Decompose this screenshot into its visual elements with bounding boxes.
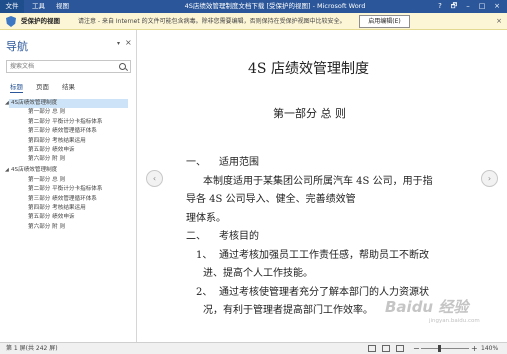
paragraph-line: 导各 4S 公司导入、健全、完善绩效管 xyxy=(186,194,356,205)
zoom-in-button[interactable]: + xyxy=(471,343,478,354)
outline-item[interactable]: 第三部分 绩效管理循环体系 xyxy=(28,195,97,204)
document-title: 4S 店绩效管理制度 xyxy=(248,61,369,77)
item-number: 1、 xyxy=(196,250,213,261)
outline-item-label: 4S店绩效管理制度 xyxy=(11,167,58,174)
outline-item[interactable]: 第六部分 附 则 xyxy=(28,223,65,232)
tab-results[interactable]: 结果 xyxy=(62,81,75,91)
outline-item[interactable]: 第二部分 平衡计分卡指标体系 xyxy=(28,185,103,194)
outline-item[interactable]: 第一部分 总 则 xyxy=(28,176,65,185)
title-bar: 文件 工具 视图 4S店绩效管理制度文档下载 [受保护的视图] - Micros… xyxy=(0,0,507,13)
navigation-title: 导航 xyxy=(6,40,28,53)
paragraph-line: 况，有利于管理者提高部门工作效率。 xyxy=(203,305,373,316)
navigation-pane: 导航 ▾ × 搜索文档 标题 页面 结果 ◢ 4S店绩效管理制度 第一部分 总 则第… xyxy=(0,30,137,342)
search-input[interactable]: 搜索文档 xyxy=(6,60,131,73)
outline-item[interactable]: 第五部分 绩效申诉 xyxy=(28,146,75,155)
enable-editing-button[interactable]: 启用编辑(E) xyxy=(359,15,410,28)
watermark-url: jingyan.baidu.com xyxy=(429,318,480,324)
outline-item-label: 第三部分 绩效管理循环体系 xyxy=(28,195,97,202)
help-icon[interactable]: ? xyxy=(433,0,447,13)
outline-item-label: 第四部分 考核结果运用 xyxy=(28,205,86,211)
print-layout-icon[interactable] xyxy=(382,345,390,352)
item-number: 2、 xyxy=(196,287,213,298)
zoom-slider-handle[interactable] xyxy=(438,345,441,352)
tab-headings[interactable]: 标题 xyxy=(10,81,23,93)
tab-tools[interactable]: 工具 xyxy=(32,0,45,13)
outline-item[interactable]: 第三部分 绩效管理循环体系 xyxy=(28,127,97,136)
tab-view[interactable]: 视图 xyxy=(56,0,69,13)
outline-item[interactable]: 4S店绩效管理制度 xyxy=(9,99,128,108)
outline-item[interactable]: 第五部分 绩效申诉 xyxy=(28,213,75,222)
outline-item-label: 第二部分 平衡计分卡指标体系 xyxy=(28,118,103,125)
ribbon-display-icon[interactable]: 🗗 xyxy=(447,0,461,13)
outline-item-label: 第六部分 附 则 xyxy=(28,156,66,163)
outline-item-label: 第一部分 总 则 xyxy=(28,109,66,116)
minimize-button[interactable]: – xyxy=(461,0,475,13)
part-heading: 第一部分 总 则 xyxy=(273,107,346,120)
outline-item[interactable]: 第二部分 平衡计分卡指标体系 xyxy=(28,118,103,127)
maximize-button[interactable]: □ xyxy=(475,0,489,13)
close-pane-icon[interactable]: × xyxy=(125,38,132,47)
section-title: 适用范围 xyxy=(219,157,259,168)
paragraph-line: 本制度适用于某集团公司所属汽车 4S 公司，用于指 xyxy=(203,176,433,187)
outline-item-label: 4S店绩效管理制度 xyxy=(11,100,58,106)
tab-pages[interactable]: 页面 xyxy=(36,81,49,91)
outline-item-label: 第四部分 考核结果运用 xyxy=(28,137,86,144)
window-title: 4S店绩效管理制度文档下载 [受保护的视图] - Microsoft Word xyxy=(184,2,366,10)
pane-options-icon[interactable]: ▾ xyxy=(117,40,120,47)
watermark: Baidu 经验 jingyan.baidu.com xyxy=(385,296,497,330)
read-mode-icon[interactable] xyxy=(368,345,376,352)
page-info: 第 1 屏(共 242 屏) xyxy=(6,345,58,352)
search-placeholder: 搜索文档 xyxy=(10,63,35,70)
outline-item-label: 第一部分 总 则 xyxy=(28,176,66,183)
zoom-level[interactable]: 140% xyxy=(481,343,498,354)
section-title: 考核目的 xyxy=(219,231,259,242)
protected-view-message: 请注意 - 来自 Internet 的文件可能包含病毒。除非您需要编辑，否则保持… xyxy=(78,18,346,25)
section-number: 一、 xyxy=(186,157,206,168)
status-bar: 第 1 屏(共 242 屏) − + 140% xyxy=(0,342,507,354)
paragraph-line: 通过考核加强员工工作责任感，帮助员工不断改 xyxy=(219,250,429,261)
protected-view-title: 受保护的视图 xyxy=(21,17,60,25)
shield-icon xyxy=(6,16,16,27)
section-number: 二、 xyxy=(186,231,206,242)
outline-item[interactable]: 4S店绩效管理制度 xyxy=(11,166,57,175)
paragraph-line: 进、提高个人工作技能。 xyxy=(203,268,313,279)
outline-item[interactable]: 第四部分 考核结果运用 xyxy=(28,204,86,213)
web-layout-icon[interactable] xyxy=(396,345,404,352)
outline-item-label: 第三部分 绩效管理循环体系 xyxy=(28,128,97,135)
paragraph-line: 理体系。 xyxy=(186,213,226,224)
next-screen-button[interactable]: › xyxy=(481,170,498,187)
file-tab[interactable]: 文件 xyxy=(0,0,24,13)
collapse-triangle-icon[interactable]: ◢ xyxy=(5,166,9,175)
search-icon[interactable] xyxy=(119,63,126,70)
protected-view-bar: 受保护的视图 请注意 - 来自 Internet 的文件可能包含病毒。除非您需要… xyxy=(0,13,507,30)
outline-item[interactable]: 第四部分 考核结果运用 xyxy=(28,137,86,146)
close-window-button[interactable]: × xyxy=(490,0,504,13)
outline-item-label: 第五部分 绩效申诉 xyxy=(28,147,75,153)
outline-item-label: 第五部分 绩效申诉 xyxy=(28,214,75,221)
outline-item-label: 第六部分 附 则 xyxy=(28,223,66,230)
outline-item[interactable]: 第一部分 总 则 xyxy=(28,108,65,117)
outline-item-label: 第二部分 平衡计分卡指标体系 xyxy=(28,186,103,193)
close-bar-icon[interactable]: × xyxy=(493,13,505,30)
zoom-slider[interactable] xyxy=(421,348,469,349)
zoom-out-button[interactable]: − xyxy=(413,343,420,354)
outline-item[interactable]: 第六部分 附 则 xyxy=(28,155,65,164)
previous-screen-button[interactable]: ‹ xyxy=(146,170,163,187)
watermark-text: Baidu 经验 xyxy=(385,298,469,316)
